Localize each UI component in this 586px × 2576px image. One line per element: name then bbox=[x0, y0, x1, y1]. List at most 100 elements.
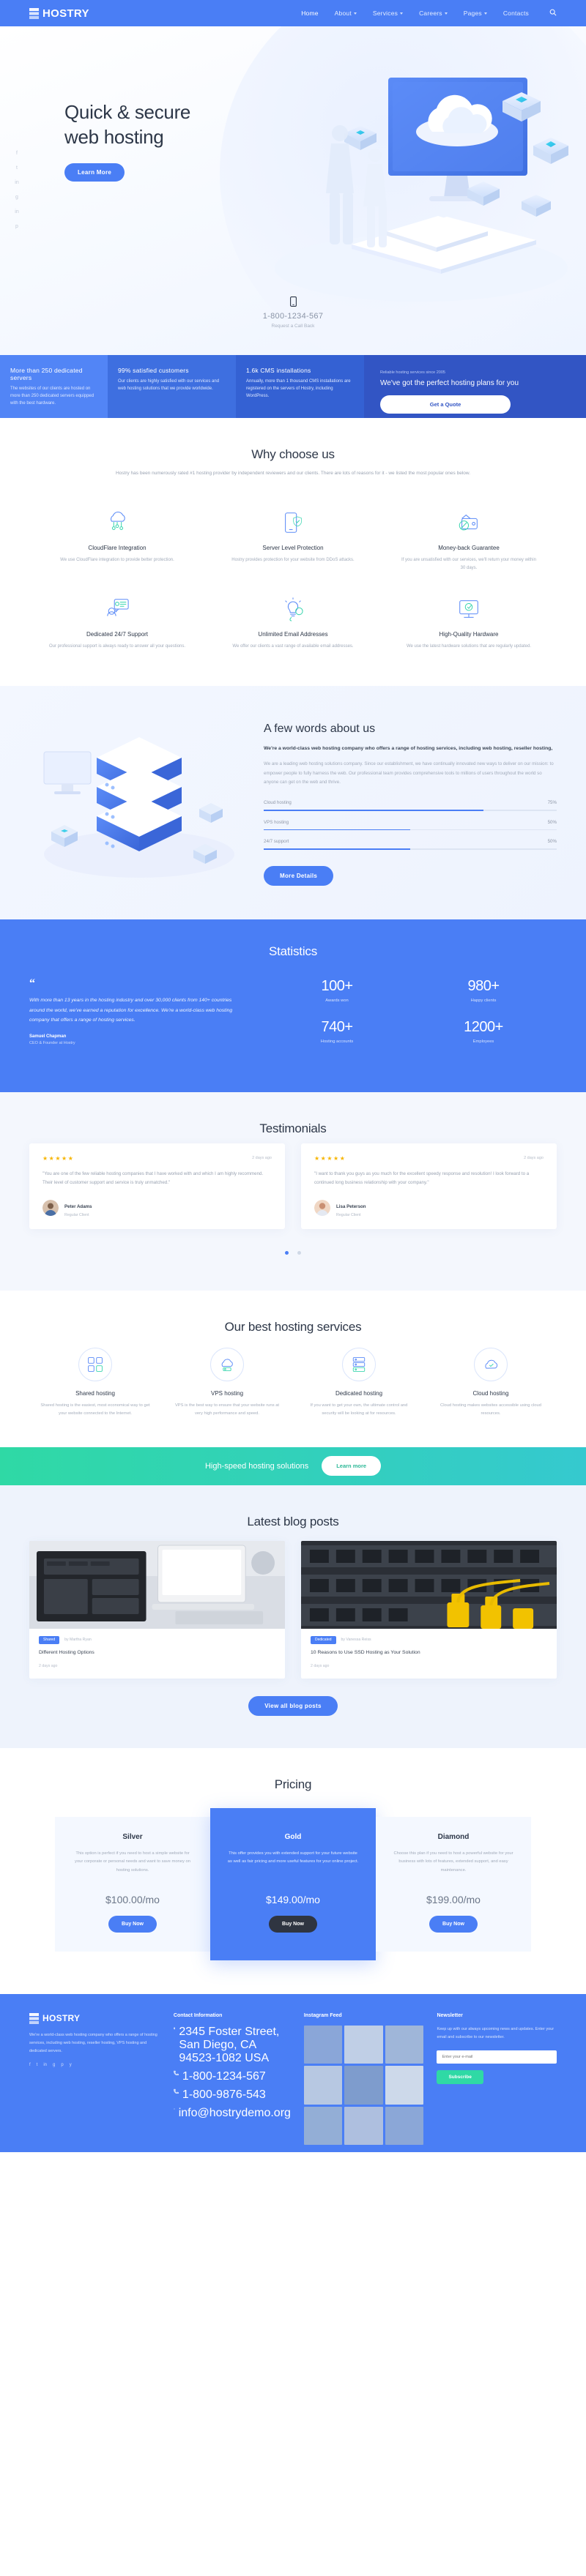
site-header: HOSTRY Home About Services Careers Pages… bbox=[0, 0, 586, 26]
newsletter-subscribe-button[interactable]: Subscribe bbox=[437, 2069, 483, 2084]
nav-item-careers[interactable]: Careers bbox=[419, 10, 448, 17]
social-instagram-icon[interactable]: in bbox=[13, 180, 21, 185]
view-all-blog-posts-button[interactable]: View all blog posts bbox=[248, 1695, 338, 1716]
footer-about-text: We're a world-class web hosting company … bbox=[29, 2032, 157, 2053]
footer-email-row[interactable]: info@hostrydemo.org bbox=[173, 2107, 291, 2120]
blog-post-title[interactable]: 10 Reasons to Use SSD Hosting as Your So… bbox=[311, 1649, 547, 1657]
service-vps-hosting: VPS hosting VPS is the best way to ensur… bbox=[161, 1347, 293, 1418]
instagram-thumb[interactable] bbox=[303, 2106, 343, 2146]
social-google-icon[interactable]: g bbox=[13, 195, 21, 200]
social-twitter-icon[interactable]: t bbox=[37, 2063, 38, 2067]
footer-phone-row-2[interactable]: 1-800-9876-543 bbox=[173, 2088, 291, 2102]
nav-label: About bbox=[334, 10, 352, 17]
nav-label: Pages bbox=[463, 10, 482, 17]
footer-logo[interactable]: HOSTRY bbox=[29, 2012, 160, 2024]
instagram-thumb[interactable] bbox=[344, 2066, 383, 2105]
cube-c bbox=[467, 182, 500, 206]
why-item-support: Dedicated 24/7 Support Our professional … bbox=[29, 583, 205, 661]
feature-title: 99% satisfied customers bbox=[118, 367, 189, 374]
counter-clients: 980+ Happy clients bbox=[410, 978, 557, 1003]
why-item-text: We offer our clients a vast range of ava… bbox=[232, 643, 354, 649]
envelope-icon bbox=[173, 2108, 175, 2110]
nav-item-home[interactable]: Home bbox=[301, 10, 318, 17]
social-pinterest-icon[interactable]: p bbox=[61, 2063, 63, 2067]
footer-phone-2: 1-800-9876-543 bbox=[182, 2088, 266, 2101]
network-cables-photo bbox=[301, 1540, 557, 1629]
plan-price: $100.00/mo bbox=[105, 1893, 160, 1905]
lightbulb-icon bbox=[224, 594, 362, 624]
hero-social-rail: f t in g in p bbox=[13, 151, 21, 229]
social-pinterest-icon[interactable]: p bbox=[13, 224, 21, 229]
footer-newsletter: Newsletter Keep up with our always upcom… bbox=[437, 2013, 557, 2146]
social-twitter-icon[interactable]: t bbox=[13, 165, 21, 171]
search-icon[interactable] bbox=[549, 7, 557, 20]
nav-item-about[interactable]: About bbox=[335, 10, 357, 17]
social-facebook-icon[interactable]: f bbox=[13, 151, 21, 156]
nav-label: Careers bbox=[419, 10, 442, 17]
site-logo[interactable]: HOSTRY bbox=[29, 7, 89, 20]
social-youtube-icon[interactable]: y bbox=[70, 2063, 72, 2067]
pagination-dot-1[interactable] bbox=[284, 1250, 289, 1255]
instagram-thumb[interactable] bbox=[385, 2066, 424, 2105]
instagram-thumb[interactable] bbox=[385, 2025, 424, 2064]
more-details-button[interactable]: More Details bbox=[264, 865, 334, 886]
nav-label: Home bbox=[301, 10, 319, 17]
plan-description: This offer provides you with extended su… bbox=[227, 1851, 359, 1864]
instagram-thumb[interactable] bbox=[303, 2025, 343, 2064]
testimonials-title: Testimonials bbox=[259, 1121, 327, 1135]
progress-track bbox=[264, 810, 557, 811]
newsletter-email-input[interactable] bbox=[437, 2050, 557, 2064]
hero-learn-more-button[interactable]: Learn More bbox=[64, 163, 125, 182]
services-section: Our best hosting services Shared hosting… bbox=[0, 1290, 586, 1447]
blog-author: by Vanessa Reiss bbox=[341, 1638, 371, 1643]
hero-title-line2: web hosting bbox=[64, 126, 164, 149]
nav-item-services[interactable]: Services bbox=[373, 10, 404, 17]
counter-number: 100+ bbox=[321, 977, 353, 994]
cta-learn-more-button[interactable]: Learn more bbox=[322, 1456, 382, 1476]
social-linkedin-icon[interactable]: in bbox=[13, 209, 21, 214]
buy-now-button-gold[interactable]: Buy Now bbox=[269, 1915, 317, 1933]
progress-track bbox=[264, 829, 557, 831]
blog-tag[interactable]: Dedicated bbox=[311, 1635, 336, 1644]
why-item-title: Money-back Guarantee bbox=[438, 545, 500, 552]
hero-phone-number[interactable]: 1-800-1234-567 bbox=[0, 312, 586, 321]
blog-post-title[interactable]: Different Hosting Options bbox=[39, 1649, 275, 1657]
testimonial-author-role: Regular Client bbox=[64, 1212, 89, 1217]
location-pin-icon bbox=[173, 2027, 176, 2030]
nav-item-contacts[interactable]: Contacts bbox=[503, 10, 529, 17]
social-google-icon[interactable]: g bbox=[53, 2063, 55, 2067]
instagram-thumb[interactable] bbox=[344, 2106, 383, 2146]
blog-section: Latest blog posts Shared by Martha Ryan … bbox=[0, 1485, 586, 1748]
quote-text: With more than 13 years in the hosting i… bbox=[29, 997, 233, 1023]
promo-eyebrow: Reliable hosting services since 2005 bbox=[380, 370, 445, 375]
buy-now-button-diamond[interactable]: Buy Now bbox=[429, 1915, 478, 1933]
server-rack-logo-icon bbox=[29, 7, 39, 19]
blog-card[interactable]: Dedicated by Vanessa Reiss 10 Reasons to… bbox=[301, 1540, 557, 1679]
hero-request-callback-link[interactable]: Request a Call Back bbox=[0, 324, 586, 329]
service-text: If you want to get your own, the ultimat… bbox=[310, 1403, 408, 1416]
phone-icon bbox=[173, 2088, 179, 2094]
why-item-text: We use CloudFlare integration to provide… bbox=[60, 558, 174, 563]
hero-content: Quick & secure web hosting Learn More bbox=[29, 26, 557, 182]
blog-tag[interactable]: Shared bbox=[39, 1635, 60, 1644]
service-shared-hosting: Shared hosting Shared hosting is the eas… bbox=[29, 1347, 161, 1418]
mobile-phone-icon bbox=[0, 296, 586, 309]
get-a-quote-button[interactable]: Get a Quote bbox=[380, 395, 511, 414]
buy-now-button-silver[interactable]: Buy Now bbox=[108, 1915, 157, 1933]
pagination-dot-2[interactable] bbox=[297, 1250, 302, 1255]
social-facebook-icon[interactable]: f bbox=[29, 2063, 31, 2067]
counter-label: Hosting accounts bbox=[320, 1039, 354, 1044]
about-lead: We're a world-class web hosting company … bbox=[264, 745, 553, 751]
hero-title-line1: Quick & secure bbox=[64, 101, 191, 123]
blog-card[interactable]: Shared by Martha Ryan Different Hosting … bbox=[29, 1540, 285, 1679]
instagram-thumb[interactable] bbox=[385, 2106, 424, 2146]
nav-item-pages[interactable]: Pages bbox=[464, 10, 487, 17]
footer-phone-row-1[interactable]: 1-800-1234-567 bbox=[173, 2070, 291, 2083]
footer-address: 2345 Foster Street, San Diego, CA 94523-… bbox=[179, 2025, 280, 2064]
service-cloud-hosting: Cloud hosting Cloud hosting makes websit… bbox=[425, 1347, 557, 1418]
counter-hosting-accounts: 740+ Hosting accounts bbox=[264, 1019, 410, 1044]
instagram-thumb[interactable] bbox=[303, 2066, 343, 2105]
about-body: We are a leading web hosting solutions c… bbox=[264, 761, 554, 785]
social-linkedin-icon[interactable]: in bbox=[43, 2063, 47, 2067]
instagram-thumb[interactable] bbox=[344, 2025, 383, 2064]
